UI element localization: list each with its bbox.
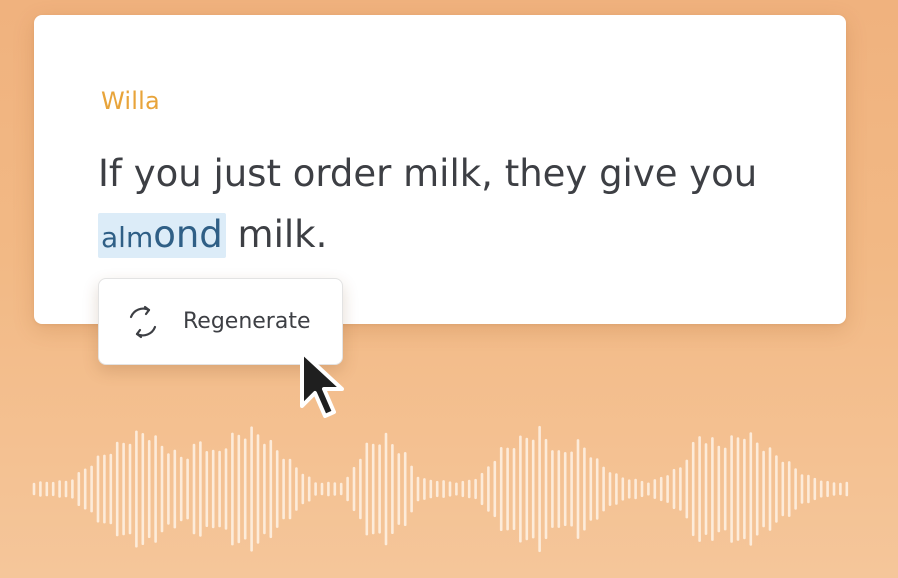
transcript-text-after: milk. (225, 213, 328, 256)
highlighted-word-small-part: alm (101, 221, 154, 254)
speaker-name: Willa (101, 87, 160, 115)
highlighted-word[interactable]: almond (98, 213, 226, 258)
transcript-text: If you just order milk, they give you alm… (98, 143, 818, 268)
transcript-text-before: If you just order milk, they give you (98, 152, 758, 195)
regenerate-label: Regenerate (183, 309, 311, 334)
audio-waveform (32, 425, 849, 553)
highlighted-word-large-part: ond (153, 213, 223, 256)
refresh-icon (123, 302, 163, 342)
